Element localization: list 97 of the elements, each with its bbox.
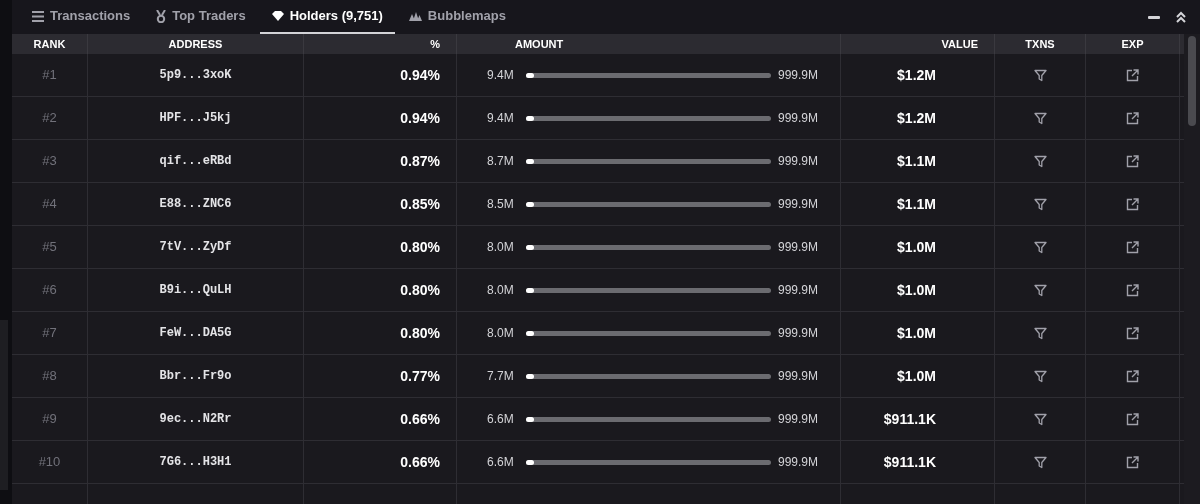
double-chevron-up-icon[interactable] (1176, 11, 1186, 23)
amount: 6.6M (487, 454, 515, 471)
amount: 8.5M (487, 196, 515, 213)
wallet-address[interactable]: FeW...DA5G (159, 324, 232, 342)
holding-percent: 0.85% (400, 194, 440, 214)
external-link-icon[interactable] (1126, 455, 1139, 469)
holding-percent: 0.80% (400, 280, 440, 300)
mountains-icon (408, 11, 422, 21)
filter-icon[interactable] (1033, 154, 1047, 168)
rank-number: #6 (42, 281, 57, 300)
filter-icon[interactable] (1033, 68, 1047, 82)
rank-number: #3 (42, 152, 57, 171)
scrollbar-thumb[interactable] (1188, 36, 1196, 126)
usd-value: $1.1M (897, 151, 936, 171)
wallet-address[interactable]: qif...eRBd (159, 152, 232, 170)
usd-value: $1.0M (897, 237, 936, 257)
rank-number: #7 (42, 324, 57, 343)
wallet-address[interactable]: 9ec...N2Rr (159, 410, 232, 428)
total-supply: 999.9M (778, 325, 819, 342)
total-supply: 999.9M (778, 411, 819, 428)
external-link-icon[interactable] (1126, 240, 1139, 254)
column-header: AMOUNT (515, 36, 564, 52)
rank-number: #4 (42, 195, 57, 214)
column-header: VALUE (941, 36, 978, 52)
rank-number: #10 (38, 453, 61, 472)
medal-icon (156, 9, 167, 23)
usd-value: $911.1K (883, 409, 936, 429)
filter-icon[interactable] (1033, 369, 1047, 383)
filter-icon[interactable] (1033, 240, 1047, 254)
amount: 7.7M (487, 368, 515, 385)
filter-icon[interactable] (1033, 326, 1047, 340)
external-link-icon[interactable] (1126, 283, 1139, 297)
amount: 9.4M (487, 110, 515, 127)
usd-value: $1.0M (897, 323, 936, 343)
column-header: EXP (1121, 36, 1144, 52)
total-supply: 999.9M (778, 368, 819, 385)
external-link-icon[interactable] (1126, 197, 1139, 211)
amount: 6.6M (487, 411, 515, 428)
amount: 8.0M (487, 239, 515, 256)
total-supply: 999.9M (778, 110, 819, 127)
column-header: TXNS (1025, 36, 1055, 52)
wallet-address[interactable]: 7tV...ZyDf (159, 238, 232, 256)
holding-percent: 0.66% (400, 409, 440, 429)
rank-number: #8 (42, 367, 57, 386)
filter-icon[interactable] (1033, 412, 1047, 426)
usd-value: $1.0M (897, 280, 936, 300)
usd-value: $1.2M (897, 65, 936, 85)
holding-percent: 0.94% (400, 108, 440, 128)
usd-value: $911.1K (883, 452, 936, 472)
filter-icon[interactable] (1033, 111, 1047, 125)
wallet-address[interactable]: 5p9...3xoK (159, 66, 232, 84)
amount: 9.4M (487, 67, 515, 84)
minimize-icon[interactable] (1148, 15, 1160, 19)
wallet-address[interactable]: E88...ZNC6 (159, 195, 232, 213)
rank-number: #2 (42, 109, 57, 128)
total-supply: 999.9M (778, 239, 819, 256)
diamond-icon (271, 11, 284, 21)
external-link-icon[interactable] (1126, 68, 1139, 82)
rank-number: #5 (42, 238, 57, 257)
external-link-icon[interactable] (1126, 154, 1139, 168)
total-supply: 999.9M (778, 153, 819, 170)
holding-percent: 0.80% (400, 237, 440, 257)
tab[interactable]: Transactions (20, 0, 143, 34)
rank-number: #9 (42, 410, 57, 429)
rank-number: #1 (42, 66, 57, 85)
total-supply: 999.9M (778, 196, 819, 213)
external-link-icon[interactable] (1126, 111, 1139, 125)
external-link-icon[interactable] (1126, 326, 1139, 340)
tab[interactable]: Bubblemaps (396, 0, 518, 34)
total-supply: 999.9M (778, 454, 819, 471)
wallet-address[interactable]: HPF...J5kj (159, 109, 232, 127)
wallet-address[interactable]: 7G6...H3H1 (159, 453, 232, 471)
filter-icon[interactable] (1033, 197, 1047, 211)
filter-icon[interactable] (1033, 283, 1047, 297)
external-link-icon[interactable] (1126, 369, 1139, 383)
holding-percent: 0.77% (400, 366, 440, 386)
amount: 8.0M (487, 325, 515, 342)
amount: 8.7M (487, 153, 515, 170)
holding-percent: 0.94% (400, 65, 440, 85)
holding-percent: 0.66% (400, 452, 440, 472)
column-header: RANK (33, 36, 66, 52)
wallet-address[interactable]: B9i...QuLH (159, 281, 232, 299)
holding-percent: 0.80% (400, 323, 440, 343)
total-supply: 999.9M (778, 67, 819, 84)
usd-value: $1.0M (897, 366, 936, 386)
external-link-icon[interactable] (1126, 412, 1139, 426)
usd-value: $1.2M (897, 108, 936, 128)
amount: 8.0M (487, 282, 515, 299)
wallet-address[interactable]: Bbr...Fr9o (159, 367, 232, 385)
holding-percent: 0.87% (400, 151, 440, 171)
total-supply: 999.9M (778, 282, 819, 299)
column-header: ADDRESS (168, 36, 223, 52)
list-icon (32, 10, 44, 22)
tab[interactable]: Top Traders (144, 0, 258, 34)
filter-icon[interactable] (1033, 455, 1047, 469)
usd-value: $1.1M (897, 194, 936, 214)
column-header: % (430, 36, 440, 52)
